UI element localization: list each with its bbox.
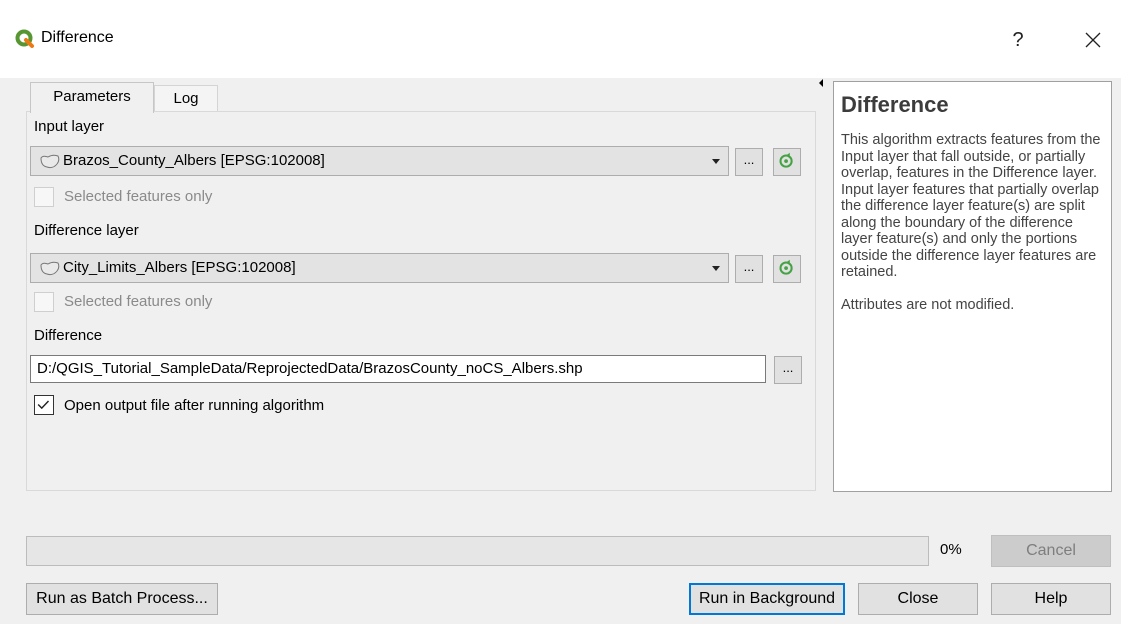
collapse-help-icon[interactable]	[819, 79, 823, 87]
difference-layer-combo[interactable]: City_Limits_Albers [EPSG:102008]	[30, 253, 729, 283]
help-body: This algorithm extracts features from th…	[841, 132, 1101, 280]
window-title: Difference	[41, 29, 114, 46]
polygon-layer-icon	[40, 154, 60, 169]
difference-selected-only-checkbox[interactable]	[34, 292, 54, 312]
output-path-value: D:/QGIS_Tutorial_SampleData/ReprojectedD…	[37, 360, 583, 377]
run-background-button[interactable]: Run in Background	[689, 583, 845, 615]
progress-bar	[26, 536, 929, 566]
input-layer-label: Input layer	[34, 118, 105, 135]
input-layer-iterate-button[interactable]	[773, 148, 801, 176]
input-layer-browse-button[interactable]: ...	[735, 148, 763, 176]
difference-layer-iterate-button[interactable]	[773, 255, 801, 283]
difference-layer-value: City_Limits_Albers [EPSG:102008]	[63, 259, 296, 276]
close-icon[interactable]	[1078, 25, 1108, 55]
difference-layer-browse-button[interactable]: ...	[735, 255, 763, 283]
tab-parameters[interactable]: Parameters	[30, 82, 154, 113]
input-selected-only-label: Selected features only	[64, 188, 213, 205]
polygon-layer-icon	[40, 261, 60, 276]
tab-parameters-label: Parameters	[53, 88, 131, 105]
tab-log[interactable]: Log	[154, 85, 218, 112]
input-selected-only-checkbox[interactable]	[34, 187, 54, 207]
iterate-icon	[779, 259, 793, 275]
chevron-down-icon	[712, 266, 720, 271]
context-help-button[interactable]: ?	[1003, 25, 1033, 55]
open-output-label: Open output file after running algorithm	[64, 397, 325, 414]
difference-selected-only-label: Selected features only	[64, 293, 213, 310]
output-path-field[interactable]: D:/QGIS_Tutorial_SampleData/ReprojectedD…	[30, 355, 766, 383]
close-button[interactable]: Close	[858, 583, 978, 615]
chevron-down-icon	[712, 159, 720, 164]
difference-layer-label: Difference layer	[34, 222, 139, 239]
title-bar: Difference ?	[0, 0, 1121, 78]
help-attributes-note: Attributes are not modified.	[841, 296, 1015, 313]
help-title: Difference	[841, 92, 949, 117]
input-layer-combo[interactable]: Brazos_County_Albers [EPSG:102008]	[30, 146, 729, 176]
iterate-icon	[779, 152, 793, 168]
input-layer-value: Brazos_County_Albers [EPSG:102008]	[63, 152, 325, 169]
progress-percent: 0%	[940, 541, 962, 558]
output-label: Difference	[34, 327, 103, 344]
output-browse-button[interactable]: ...	[774, 356, 802, 384]
tab-log-label: Log	[173, 90, 199, 107]
help-pane: Difference This algorithm extracts featu…	[833, 81, 1112, 492]
qgis-logo-icon	[15, 29, 34, 48]
checkmark-icon	[37, 400, 50, 410]
cancel-button[interactable]: Cancel	[991, 535, 1111, 567]
open-output-checkbox[interactable]	[34, 395, 54, 415]
help-button[interactable]: Help	[991, 583, 1111, 615]
run-batch-button[interactable]: Run as Batch Process...	[26, 583, 218, 615]
